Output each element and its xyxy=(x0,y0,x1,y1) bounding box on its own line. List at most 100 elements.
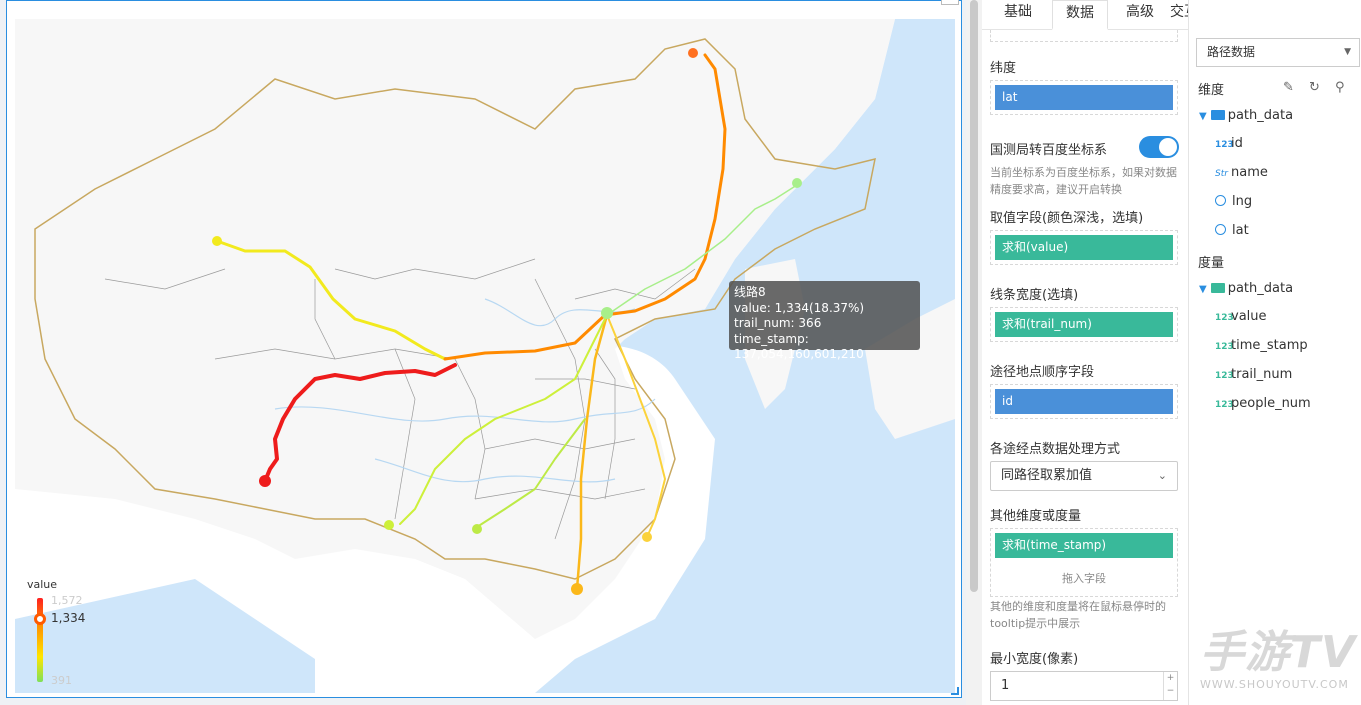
lat-field-box[interactable]: lat xyxy=(990,80,1178,115)
number-type-icon: 123 xyxy=(1215,313,1234,323)
field-name: id xyxy=(1231,136,1243,151)
width-field-label: 线条宽度(选填) xyxy=(990,288,1079,303)
folder-icon xyxy=(1210,283,1225,293)
endpoint-guangzhou xyxy=(571,583,583,595)
convert-label: 国测局转百度坐标系 xyxy=(990,143,1108,158)
tooltip-title: 线路8 xyxy=(734,285,766,299)
number-type-icon: 123 xyxy=(1215,400,1234,410)
value-legend[interactable]: value 1,572 1,334 391 xyxy=(27,578,97,688)
dataset-select-value: 路径数据 xyxy=(1207,45,1256,59)
route-tooltip: 线路8 value: 1,334(18.37%) trail_num: 366 … xyxy=(729,281,920,361)
dimension-item-lat[interactable]: lat xyxy=(1215,223,1249,238)
dimension-folder-label: path_data xyxy=(1227,108,1294,123)
tooltip-time: time_stamp: 137,054,160,601,210 xyxy=(734,331,864,362)
convert-hint: 当前坐标系为百度坐标系，如果对数据精度要求高，建议开启转换 xyxy=(990,166,1177,196)
legend-max: 1,572 xyxy=(51,594,83,607)
search-icon[interactable]: ⚲ xyxy=(1335,80,1345,95)
min-width-label: 最小宽度(像素) xyxy=(990,652,1079,667)
number-type-icon: 123 xyxy=(1215,342,1234,352)
measure-item-value[interactable]: 123value xyxy=(1215,309,1267,324)
endpoint-beijing xyxy=(601,307,613,319)
resize-handle[interactable] xyxy=(951,687,959,695)
dimension-item-id[interactable]: 123id xyxy=(1215,136,1243,151)
folder-icon xyxy=(1210,110,1225,120)
endpoint-yunnan xyxy=(384,520,394,530)
config-tabs: 基础 数据 高级 交互 xyxy=(982,0,1198,30)
process-select[interactable]: 同路径取累加值 ⌄ xyxy=(990,461,1178,491)
chevron-down-icon: ▼ xyxy=(1199,284,1207,295)
measure-folder[interactable]: ▼ path_data xyxy=(1199,281,1293,296)
tab-basic[interactable]: 基础 xyxy=(990,0,1046,30)
legend-gradient-bar[interactable] xyxy=(37,598,43,682)
config-panel: 基础 数据 高级 交互 纬度 lat 国测局转百度坐标系 当前坐标系为百度坐标系… xyxy=(982,0,1198,705)
value-field-box[interactable]: 求和(value) xyxy=(990,230,1178,265)
string-type-icon: Str xyxy=(1215,169,1228,179)
process-label: 各途经点数据处理方式 xyxy=(990,442,1121,457)
globe-icon xyxy=(1215,224,1226,235)
order-field-box[interactable]: id xyxy=(990,384,1178,419)
endpoint-fujian xyxy=(642,532,652,542)
value-field-label: 取值字段(颜色深浅，选填) xyxy=(990,211,1144,226)
lat-label: 纬度 xyxy=(990,61,1017,76)
endpoint-red xyxy=(259,475,271,487)
watermark: 手游TV WWW.SHOUYOUTV.COM xyxy=(1200,616,1360,702)
field-name: lng xyxy=(1232,194,1253,209)
width-field-chip[interactable]: 求和(trail_num) xyxy=(995,312,1173,337)
field-name: time_stamp xyxy=(1231,338,1308,353)
number-type-icon: 123 xyxy=(1215,140,1234,150)
tab-data[interactable]: 数据 xyxy=(1052,0,1108,30)
value-field-chip[interactable]: 求和(value) xyxy=(995,235,1173,260)
dataset-panel: 路径数据 ▼ 维度 ✎ ↻ ⚲ ▼ path_data 123id Str name… xyxy=(1188,0,1361,705)
legend-title: value xyxy=(27,578,58,591)
drop-field-hint: 拖入字段 xyxy=(1062,572,1106,585)
legend-slider-handle[interactable] xyxy=(34,613,46,625)
chevron-down-icon: ▼ xyxy=(1199,111,1207,122)
config-scrollbar[interactable] xyxy=(966,0,982,705)
endpoint-guangxi xyxy=(472,524,482,534)
width-field-box[interactable]: 求和(trail_num) xyxy=(990,307,1178,342)
watermark-logo: 手游TV xyxy=(1200,627,1357,678)
min-width-input[interactable]: 1 + − xyxy=(990,671,1178,701)
dataset-select[interactable]: 路径数据 ▼ xyxy=(1196,38,1360,67)
scrollbar-thumb[interactable] xyxy=(970,0,978,592)
measure-item-people-num[interactable]: 123people_num xyxy=(1215,396,1311,411)
number-stepper[interactable]: + − xyxy=(1163,672,1177,700)
field-name: people_num xyxy=(1231,396,1311,411)
globe-icon xyxy=(1215,195,1226,206)
measure-folder-label: path_data xyxy=(1227,281,1294,296)
dimension-folder[interactable]: ▼ path_data xyxy=(1199,108,1293,123)
other-field-hint: 其他的维度和度量将在鼠标悬停时的tooltip提示中展示 xyxy=(990,600,1166,630)
field-name: trail_num xyxy=(1231,367,1293,382)
lat-field-chip[interactable]: lat xyxy=(995,85,1173,110)
legend-current: 1,334 xyxy=(51,611,86,625)
map-widget[interactable]: 线路8 value: 1,334(18.37%) trail_num: 366 … xyxy=(6,0,962,698)
caret-down-icon: ▼ xyxy=(1344,47,1351,57)
order-field-label: 途径地点顺序字段 xyxy=(990,365,1095,380)
map-canvas-area: 线路8 value: 1,334(18.37%) trail_num: 366 … xyxy=(0,0,966,705)
edit-icon[interactable]: ✎ xyxy=(1283,80,1294,95)
other-field-chip[interactable]: 求和(time_stamp) xyxy=(995,533,1173,558)
min-width-value: 1 xyxy=(1001,678,1010,693)
order-field-chip[interactable]: id xyxy=(995,389,1173,414)
dimension-item-name[interactable]: Str name xyxy=(1215,165,1268,180)
prev-field-box[interactable] xyxy=(990,30,1178,42)
field-name: lat xyxy=(1232,223,1249,238)
tab-advanced[interactable]: 高级 xyxy=(1112,0,1168,30)
dimension-title: 维度 xyxy=(1198,83,1225,98)
field-name: name xyxy=(1231,165,1268,180)
endpoint-orange-north xyxy=(688,48,698,58)
field-name: value xyxy=(1231,309,1267,324)
other-field-box[interactable]: 求和(time_stamp) 拖入字段 xyxy=(990,528,1178,597)
widget-menu-box[interactable] xyxy=(941,0,959,5)
endpoint-green-ne xyxy=(792,178,802,188)
other-field-label: 其他维度或度量 xyxy=(990,509,1082,524)
measure-item-time-stamp[interactable]: 123time_stamp xyxy=(1215,338,1308,353)
measure-item-trail-num[interactable]: 123trail_num xyxy=(1215,367,1292,382)
refresh-icon[interactable]: ↻ xyxy=(1309,80,1320,95)
tooltip-trail: trail_num: 366 xyxy=(734,316,822,330)
tooltip-value: value: 1,334(18.37%) xyxy=(734,300,865,315)
convert-toggle[interactable] xyxy=(1139,136,1179,158)
chevron-down-icon: ⌄ xyxy=(1157,469,1167,482)
watermark-url: WWW.SHOUYOUTV.COM xyxy=(1200,678,1349,691)
dimension-item-lng[interactable]: lng xyxy=(1215,194,1252,209)
